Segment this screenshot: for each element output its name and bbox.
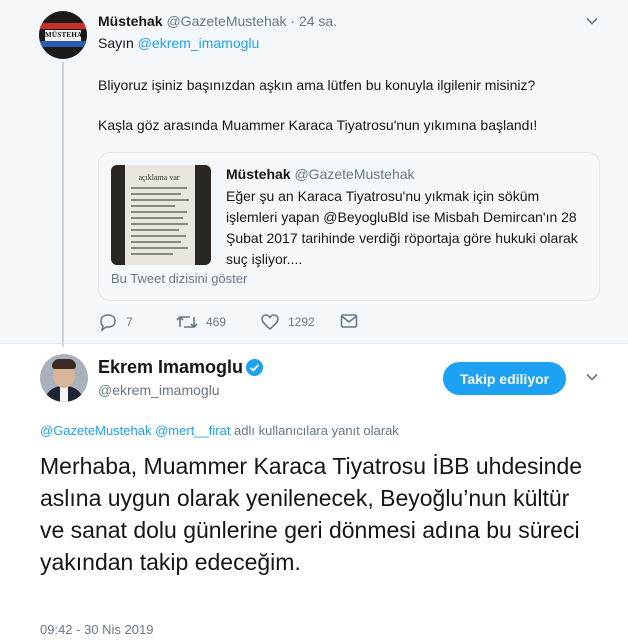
main-author-name[interactable]: Ekrem Imamoglu	[98, 357, 243, 378]
parent-greeting-line: Sayın @ekrem_imamoglu	[98, 35, 259, 51]
clipping-header: açıklama var	[138, 173, 180, 182]
retweet-button[interactable]: 469	[176, 313, 226, 331]
parent-tweet-time[interactable]: · 24 sa.	[290, 13, 337, 29]
reply-button[interactable]: 7	[98, 313, 133, 331]
verified-badge-icon	[245, 358, 264, 377]
show-thread-link[interactable]: Bu Tweet dizisini göster	[111, 271, 247, 286]
reply-count: 7	[126, 315, 133, 329]
message-icon	[340, 313, 358, 329]
retweet-icon	[176, 313, 198, 331]
quoted-author-name[interactable]: Müstehak	[226, 166, 291, 182]
quoted-author-handle[interactable]: @GazeteMustehak	[294, 166, 414, 182]
quoted-tweet-image[interactable]: açıklama var	[111, 165, 211, 265]
following-button[interactable]: Takip ediliyor	[443, 362, 566, 395]
main-tweet-text: Merhaba, Muammer Karaca Tiyatrosu İBB uh…	[40, 453, 583, 575]
reply-mention-gazete[interactable]: @GazeteMustehak	[40, 423, 151, 438]
greeting-mention-link[interactable]: @ekrem_imamoglu	[138, 35, 260, 51]
reply-icon	[98, 313, 118, 331]
caret-down-icon[interactable]	[585, 14, 599, 33]
quoted-tweet-header: Müstehak @GazeteMustehak	[226, 166, 415, 182]
quoted-tweet-card[interactable]: açıklama var Müstehak @GazeteMustehak Eğ…	[98, 152, 600, 301]
parent-author-name[interactable]: Müstehak	[98, 13, 163, 29]
tweet-timestamp[interactable]: 09:42 - 30 Nis 2019	[40, 622, 153, 637]
retweet-count: 469	[206, 315, 227, 329]
reply-mention-mert[interactable]: @mert__firat	[155, 423, 230, 438]
parent-paragraph-1: Bliyoruz işiniz başınızdan aşkın ama lüt…	[98, 77, 536, 93]
quoted-tweet-text: Eğer şu an Karaca Tiyatrosu'nu yıkmak iç…	[226, 188, 578, 267]
parent-paragraph-2: Kaşla göz arasında Muammer Karaca Tiyatr…	[98, 117, 538, 133]
parent-tweet-header: Müstehak @GazeteMustehak · 24 sa.	[98, 13, 337, 29]
replying-to-line: @GazeteMustehak @mert__firat adlı kullan…	[40, 423, 399, 438]
like-icon	[260, 313, 280, 331]
main-author-handle[interactable]: @ekrem_imamoglu	[98, 382, 220, 398]
parent-author-handle[interactable]: @GazeteMustehak	[166, 13, 286, 29]
thread-line	[62, 62, 64, 347]
avatar-logo-text: MÜSTEHAK	[45, 30, 87, 41]
direct-message-button[interactable]	[340, 313, 358, 329]
imamoglu-avatar[interactable]	[40, 354, 88, 402]
mustehak-avatar[interactable]: MÜSTEHAK	[39, 11, 87, 59]
parent-tweet[interactable]: MÜSTEHAK Müstehak @GazeteMustehak · 24 s…	[0, 0, 628, 347]
like-count: 1292	[288, 315, 315, 329]
greeting-text: Sayın	[98, 35, 134, 51]
reply-suffix-text: adlı kullanıcılara yanıt olarak	[230, 423, 399, 438]
newspaper-clipping: açıklama var	[125, 165, 195, 265]
caret-down-icon[interactable]	[585, 370, 599, 389]
quoted-mention: @BeyogluBld	[323, 209, 409, 225]
like-button[interactable]: 1292	[260, 313, 315, 331]
